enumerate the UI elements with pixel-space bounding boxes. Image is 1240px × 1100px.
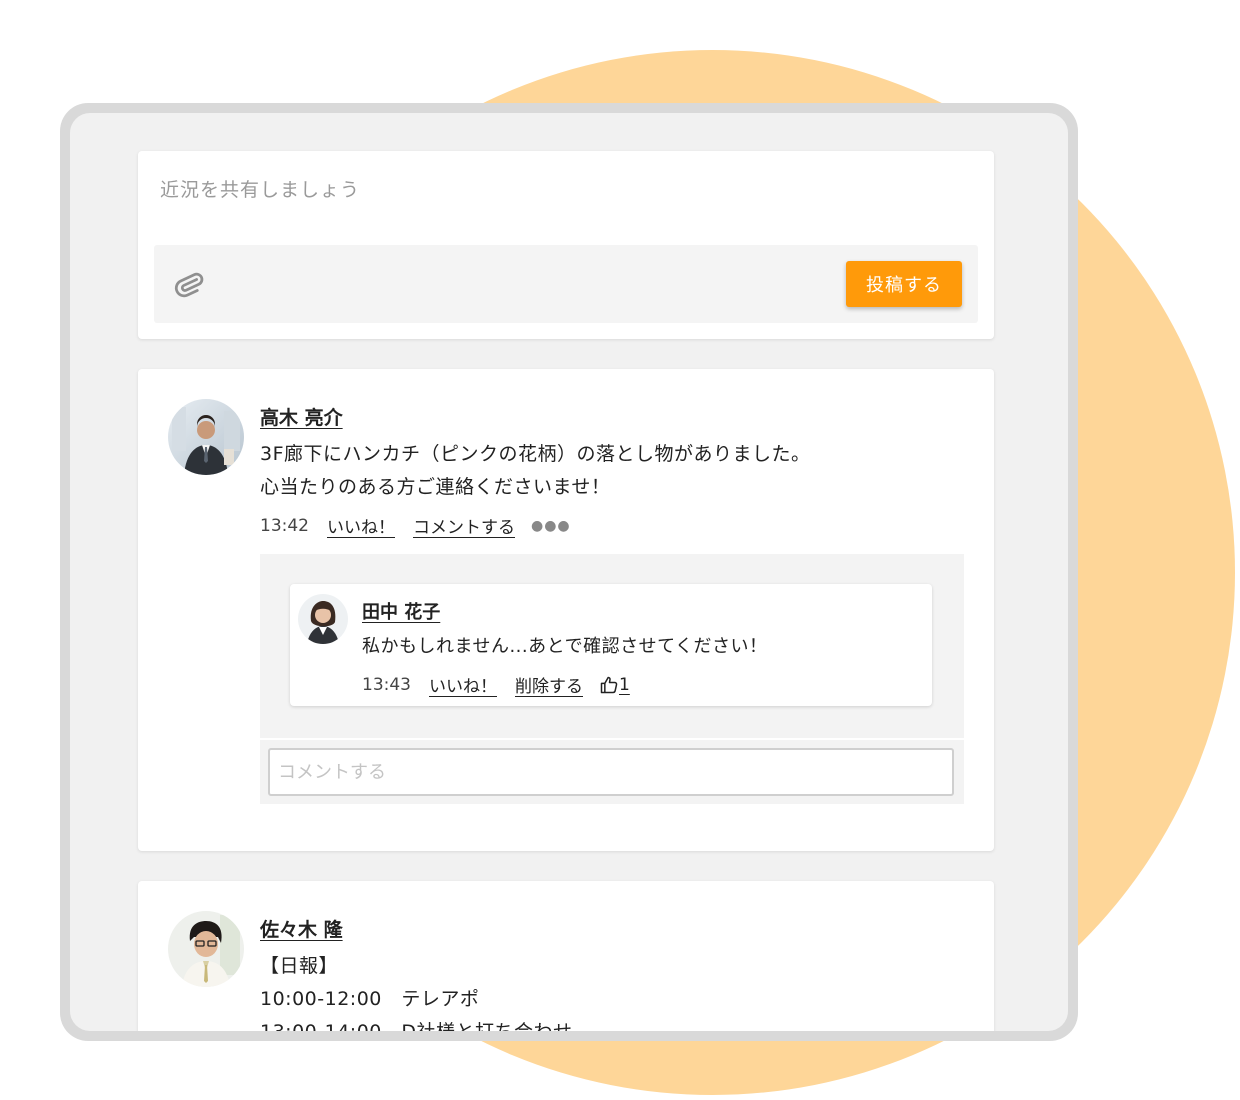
thumbs-up-icon [600,676,618,693]
post-meta: 13:42 いいね！ コメントする ●●● [260,513,571,539]
post-timestamp: 13:42 [260,515,309,536]
like-count[interactable]: 1 [599,675,630,695]
composer-card: 近況を共有しましょう 投稿する [138,151,994,339]
reply-card: 田中 花子 私かもしれません...あとで確認させてください！ 13:43 いいね… [290,584,932,706]
post-line: 3F廊下にハンカチ（ピンクの花柄）の落とし物がありました。 [260,443,811,465]
post-body: 【日報】 10:00-12:00 テレアポ 13:00-14:00 D社様と打ち… [260,950,573,1031]
comment-thread: 田中 花子 私かもしれません...あとで確認させてください！ 13:43 いいね… [260,554,964,738]
timeline-screen: 近況を共有しましょう 投稿する 高木 亮介 3F廊下にハンカチ（ピンクの花柄）の… [70,113,1068,1031]
post-line: 10:00-12:00 テレアポ [260,988,480,1010]
status-input[interactable]: 近況を共有しましょう [160,175,960,202]
avatar[interactable] [168,399,244,475]
like-link[interactable]: いいね！ [429,672,497,697]
comment-link[interactable]: コメントする [413,513,515,538]
post-body: 3F廊下にハンカチ（ピンクの花柄）の落とし物がありました。 心当たりのある方ご連… [260,438,811,504]
post-author[interactable]: 高木 亮介 [260,403,343,430]
avatar-photo-man-suit [168,399,244,475]
post-line: 13:00-14:00 D社様と打ち合わせ [260,1016,573,1031]
reply-body: 私かもしれません...あとで確認させてください！ [362,636,768,657]
reply-timestamp: 13:43 [362,674,411,695]
delete-link[interactable]: 削除する [515,672,583,697]
post-card: 佐々木 隆 【日報】 10:00-12:00 テレアポ 13:00-14:00 … [138,881,994,1031]
like-count-value: 1 [619,674,630,695]
composer-toolbar: 投稿する [154,245,978,323]
post-line: 心当たりのある方ご連絡くださいませ！ [260,476,611,498]
comment-input-area [260,740,964,804]
comment-input[interactable] [268,748,954,796]
avatar-photo-woman [298,594,348,644]
avatar[interactable] [298,594,348,644]
avatar-photo-man-glasses [168,911,244,987]
reply-author[interactable]: 田中 花子 [362,598,440,624]
post-author[interactable]: 佐々木 隆 [260,915,343,942]
reply-meta: 13:43 いいね！ 削除する 1 [362,672,630,698]
avatar[interactable] [168,911,244,987]
more-dots-icon[interactable]: ●●● [531,518,571,534]
like-link[interactable]: いいね！ [327,513,395,538]
paperclip-icon[interactable] [174,267,204,301]
post-card: 高木 亮介 3F廊下にハンカチ（ピンクの花柄）の落とし物がありました。 心当たり… [138,369,994,851]
post-button[interactable]: 投稿する [846,261,962,307]
post-line: 【日報】 [260,955,339,977]
